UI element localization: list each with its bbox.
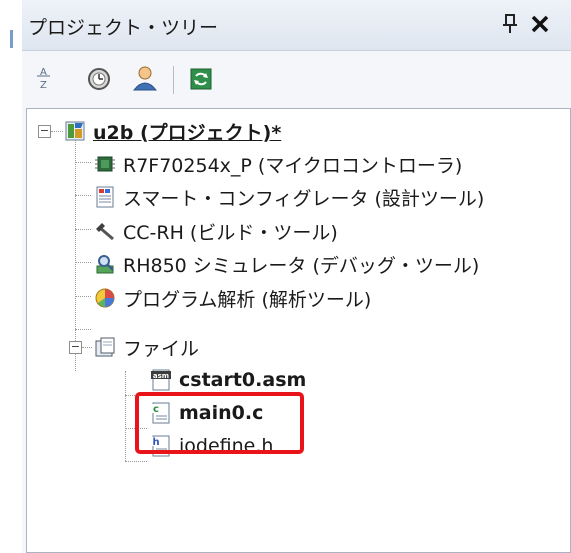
tree-connector	[75, 195, 91, 196]
tree-item-debug-tool[interactable]: RH850 シミュレータ (デバッグ・ツール)	[93, 247, 479, 281]
refresh-icon	[190, 68, 212, 90]
asm-file-icon: asm	[151, 369, 171, 391]
tree-item-label: ファイル	[123, 337, 200, 360]
pin-icon	[503, 14, 517, 33]
close-button[interactable]	[528, 10, 552, 36]
sort-az-icon: A Z	[37, 67, 50, 91]
tree-connector	[51, 131, 63, 132]
asm-badge: asm	[153, 372, 169, 380]
tree-item-label: R7F70254x_P (マイクロコントローラ)	[123, 154, 463, 177]
pin-button[interactable]	[499, 12, 521, 36]
tree-connector	[75, 262, 91, 263]
project-icon	[65, 121, 85, 141]
close-icon	[531, 15, 549, 33]
user-icon	[132, 66, 158, 91]
properties-button[interactable]	[82, 62, 116, 96]
tree-connector	[82, 347, 92, 348]
refresh-button[interactable]	[184, 62, 218, 96]
tree-connector	[75, 296, 91, 297]
file-label: cstart0.asm	[179, 369, 307, 391]
properties-clock-icon	[88, 68, 110, 90]
debug-tool-icon	[96, 255, 114, 274]
microcontroller-icon	[95, 156, 115, 172]
panel-toolbar: A Z	[22, 60, 571, 104]
smart-configurator-icon	[96, 186, 114, 208]
panel-title: プロジェクト・ツリー	[28, 17, 219, 39]
tree-item-label: プログラム解析 (解析ツール)	[123, 288, 372, 311]
project-tree-panel: プロジェクト・ツリー A Z − u2b (プロジェクト)* R7F70254x…	[22, 0, 571, 553]
highlight-annotation	[135, 392, 304, 454]
tree-item-files-folder[interactable]: ファイル	[93, 330, 199, 364]
folder-icon	[95, 337, 115, 357]
tree-item-label: CC-RH (ビルド・ツール)	[123, 221, 338, 244]
tree-connector	[75, 162, 91, 163]
project-tree: − u2b (プロジェクト)* R7F70254x_P (マイクロコントローラ)	[26, 108, 571, 553]
user-button[interactable]	[128, 62, 162, 96]
build-tool-icon	[96, 223, 114, 241]
tree-item-analysis[interactable]: プログラム解析 (解析ツール)	[93, 281, 371, 315]
tree-connector	[75, 329, 91, 330]
tree-connector	[125, 461, 147, 462]
files-expander[interactable]: −	[69, 341, 82, 354]
tree-item-microcontroller[interactable]: R7F70254x_P (マイクロコントローラ)	[93, 147, 462, 181]
edge-marker	[10, 30, 13, 48]
left-edge-strip	[0, 0, 23, 553]
analysis-icon	[95, 288, 115, 308]
tree-root-project[interactable]: u2b (プロジェクト)*	[63, 114, 281, 148]
tree-item-label: スマート・コンフィグレータ (設計ツール)	[123, 187, 485, 210]
sort-button[interactable]: A Z	[28, 62, 62, 96]
toolbar-separator	[173, 66, 174, 94]
svg-text:Z: Z	[40, 80, 47, 91]
tree-item-label: RH850 シミュレータ (デバッグ・ツール)	[123, 254, 480, 277]
panel-titlebar: プロジェクト・ツリー	[22, 0, 571, 51]
tree-connector	[75, 229, 91, 230]
project-name-label: u2b (プロジェクト)*	[93, 121, 282, 144]
tree-item-smart-configurator[interactable]: スマート・コンフィグレータ (設計ツール)	[93, 180, 484, 214]
tree-connector	[125, 371, 126, 461]
root-expander[interactable]: −	[38, 125, 51, 138]
tree-item-build-tool[interactable]: CC-RH (ビルド・ツール)	[93, 214, 338, 248]
tree-connector	[75, 139, 76, 371]
